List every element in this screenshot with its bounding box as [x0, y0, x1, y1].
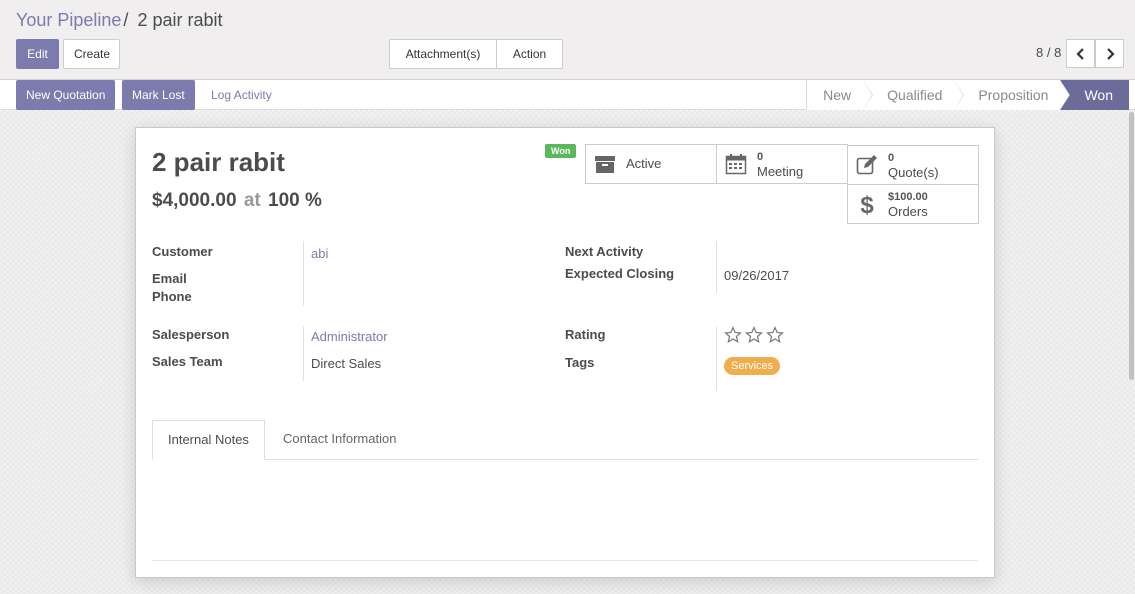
breadcrumb-parent-link[interactable]: Your Pipeline: [16, 10, 121, 30]
expected-closing-label: Expected Closing: [565, 266, 675, 281]
tags-label: Tags: [565, 355, 595, 370]
dollar-icon: $: [860, 193, 874, 215]
rating-label: Rating: [565, 327, 606, 342]
notebook-tabs: Internal Notes Contact Information: [152, 420, 978, 460]
salesperson-label: Salesperson: [152, 327, 230, 342]
star-icon[interactable]: [724, 326, 742, 344]
won-badge: Won: [545, 144, 577, 158]
edit-button[interactable]: Edit: [16, 39, 59, 69]
stage-proposition[interactable]: Proposition: [954, 80, 1071, 110]
stage-pipeline: New Qualified Proposition Won: [806, 80, 1129, 110]
expected-revenue: $4,000.00: [152, 190, 237, 211]
control-panel: Your Pipeline/ 2 pair rabit Edit Create …: [0, 0, 1135, 85]
stage-won[interactable]: Won: [1060, 80, 1129, 110]
chevron-right-icon: [1106, 47, 1115, 60]
quotes-button[interactable]: 0 Quote(s): [847, 145, 979, 185]
expected-revenue-line: $4,000.00 at 100 %: [152, 190, 322, 212]
meeting-button[interactable]: 0 Meeting: [716, 144, 848, 184]
breadcrumb-separator: /: [123, 10, 129, 30]
breadcrumb: Your Pipeline/ 2 pair rabit: [16, 10, 223, 31]
notes-divider: [152, 560, 978, 561]
scrollbar[interactable]: [1129, 112, 1134, 380]
opportunity-title: 2 pair rabit: [152, 147, 285, 177]
customer-field[interactable]: abi: [311, 246, 328, 261]
form-sheet: Won Active 0 Meeting 0 Quote(s) $ $100.0…: [135, 127, 995, 578]
probability: 100 %: [268, 190, 322, 211]
tab-internal-notes[interactable]: Internal Notes: [152, 420, 265, 460]
statusbar: New Quotation Mark Lost Log Activity New…: [0, 80, 1135, 110]
meeting-count: 0: [757, 151, 764, 163]
svg-text:$: $: [860, 193, 874, 215]
archive-icon: [595, 156, 615, 173]
field-divider: [716, 326, 717, 391]
sales-team-field[interactable]: Direct Sales: [311, 356, 381, 371]
field-divider: [303, 241, 304, 306]
action-label: Action: [512, 47, 547, 61]
calendar-icon: [725, 154, 747, 175]
stage-qualified[interactable]: Qualified: [863, 80, 965, 110]
edit-icon: [856, 155, 877, 175]
at-label: at: [243, 190, 261, 211]
attachments-dropdown[interactable]: Attachment(s): [389, 39, 497, 85]
action-dropdown[interactable]: Action: [496, 39, 563, 85]
phone-label: Phone: [152, 289, 192, 304]
log-activity-link[interactable]: Log Activity: [201, 80, 282, 110]
orders-label: Orders: [888, 204, 928, 219]
customer-label: Customer: [152, 244, 213, 259]
attachments-label: Attachment(s): [405, 47, 481, 61]
quotes-count: 0: [888, 152, 895, 164]
orders-amount: $100.00: [888, 191, 928, 203]
star-icon[interactable]: [745, 326, 763, 344]
active-toggle-button[interactable]: Active: [585, 144, 717, 184]
tag-badge[interactable]: Services: [724, 357, 781, 375]
star-icon[interactable]: [766, 326, 784, 344]
next-activity-label: Next Activity: [565, 244, 644, 259]
create-button[interactable]: Create: [63, 39, 120, 69]
email-label: Email: [152, 271, 187, 286]
chevron-left-icon: [1075, 47, 1084, 60]
salesperson-field[interactable]: Administrator: [311, 329, 388, 344]
field-divider: [716, 241, 717, 293]
breadcrumb-current: 2 pair rabit: [137, 10, 223, 30]
stage-new[interactable]: New: [806, 80, 874, 110]
quotes-label: Quote(s): [888, 165, 939, 180]
field-divider: [303, 326, 304, 381]
new-quotation-button[interactable]: New Quotation: [16, 80, 116, 110]
expected-closing-field[interactable]: 09/26/2017: [724, 268, 789, 283]
pager-value[interactable]: 8 / 8: [1036, 45, 1061, 60]
pager-previous-button[interactable]: [1066, 39, 1095, 68]
rating-stars: [724, 326, 784, 344]
active-label: Active: [626, 156, 662, 171]
mark-lost-button[interactable]: Mark Lost: [122, 80, 195, 110]
tab-contact-information[interactable]: Contact Information: [268, 420, 411, 460]
sales-team-label: Sales Team: [152, 354, 223, 369]
meeting-label: Meeting: [757, 164, 804, 179]
orders-button[interactable]: $ $100.00 Orders: [847, 184, 979, 224]
pager-next-button[interactable]: [1095, 39, 1124, 68]
